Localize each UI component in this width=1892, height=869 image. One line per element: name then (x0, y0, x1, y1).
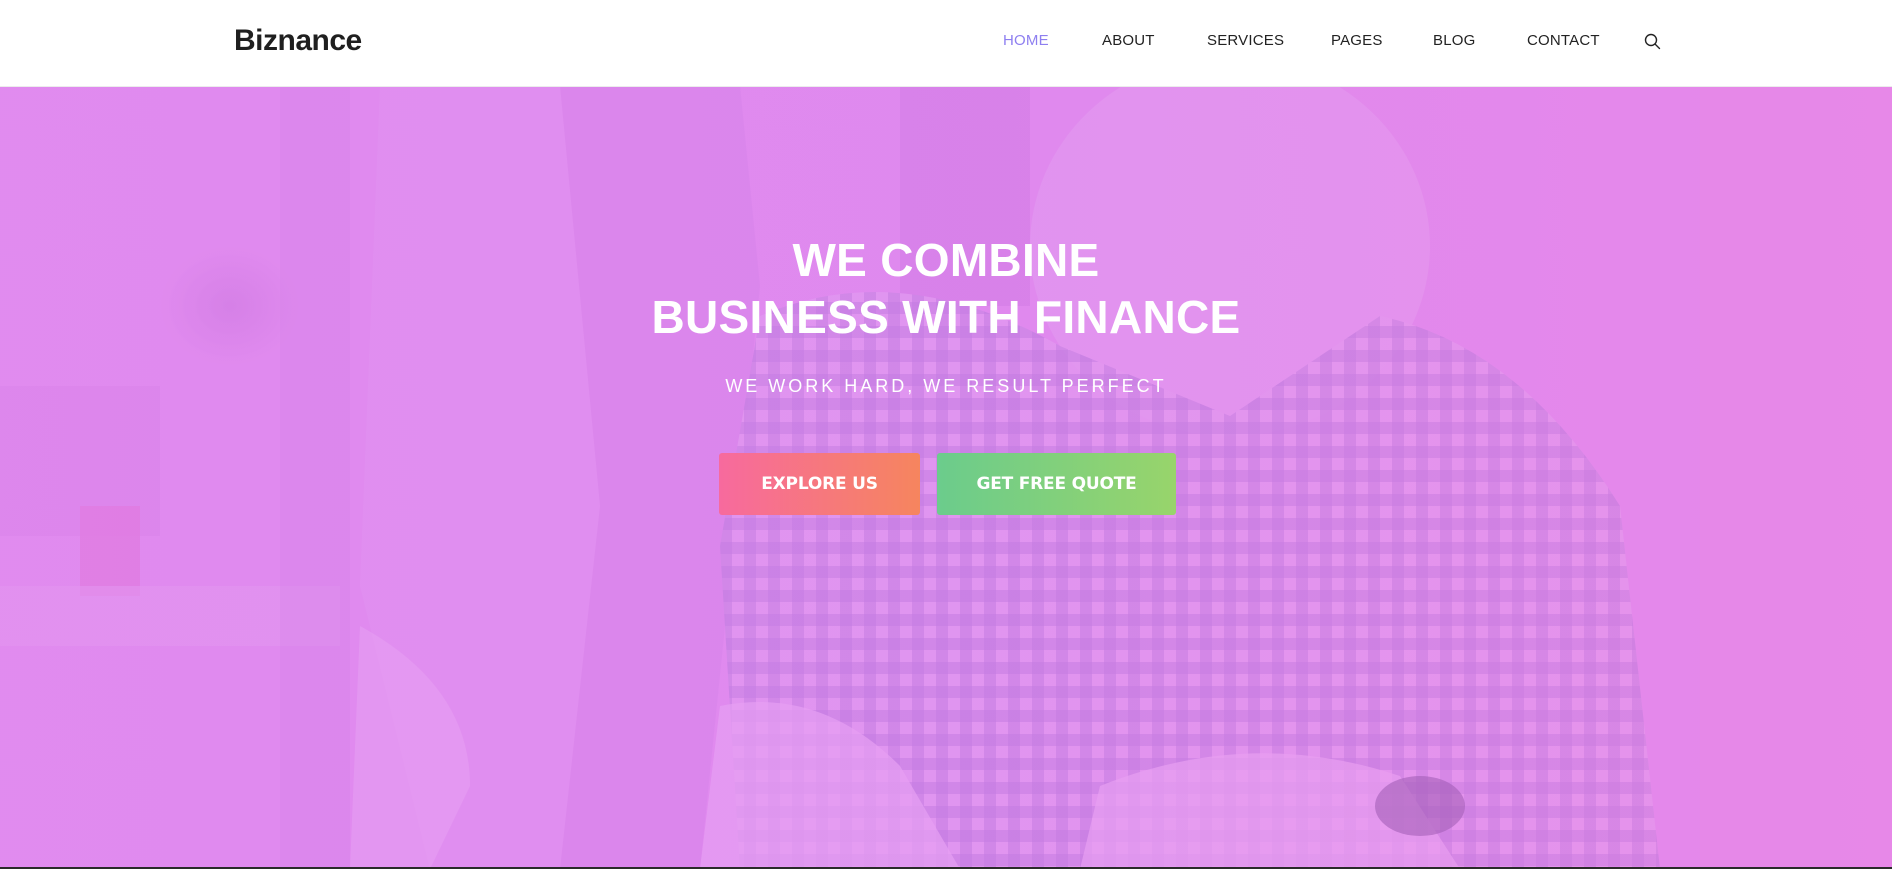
nav-item-about[interactable]: ABOUT (1102, 32, 1155, 49)
nav-item-blog[interactable]: BLOG (1433, 32, 1475, 49)
get-free-quote-button[interactable]: GET FREE QUOTE (937, 453, 1176, 515)
nav-item-services[interactable]: SERVICES (1207, 32, 1284, 49)
explore-us-button[interactable]: EXPLORE US (719, 453, 920, 515)
site-header: Biznance HOME ABOUT SERVICES PAGES BLOG … (0, 0, 1892, 87)
main-nav: HOME ABOUT SERVICES PAGES BLOG CONTACT (0, 32, 1892, 54)
hero-title-line-1: WE COMBINE (792, 234, 1100, 286)
page: Biznance HOME ABOUT SERVICES PAGES BLOG … (0, 0, 1892, 869)
search-icon (1644, 33, 1661, 50)
nav-item-home[interactable]: HOME (1003, 32, 1049, 49)
nav-item-pages[interactable]: PAGES (1331, 32, 1383, 49)
search-button[interactable] (1643, 32, 1663, 52)
hero-subtitle: WE WORK HARD, WE RESULT PERFECT (725, 376, 1167, 396)
hero-title-line-2: BUSINESS WITH FINANCE (651, 291, 1241, 343)
hero-section: WE COMBINE BUSINESS WITH FINANCE WE WORK… (0, 86, 1892, 869)
nav-item-contact[interactable]: CONTACT (1527, 32, 1600, 49)
